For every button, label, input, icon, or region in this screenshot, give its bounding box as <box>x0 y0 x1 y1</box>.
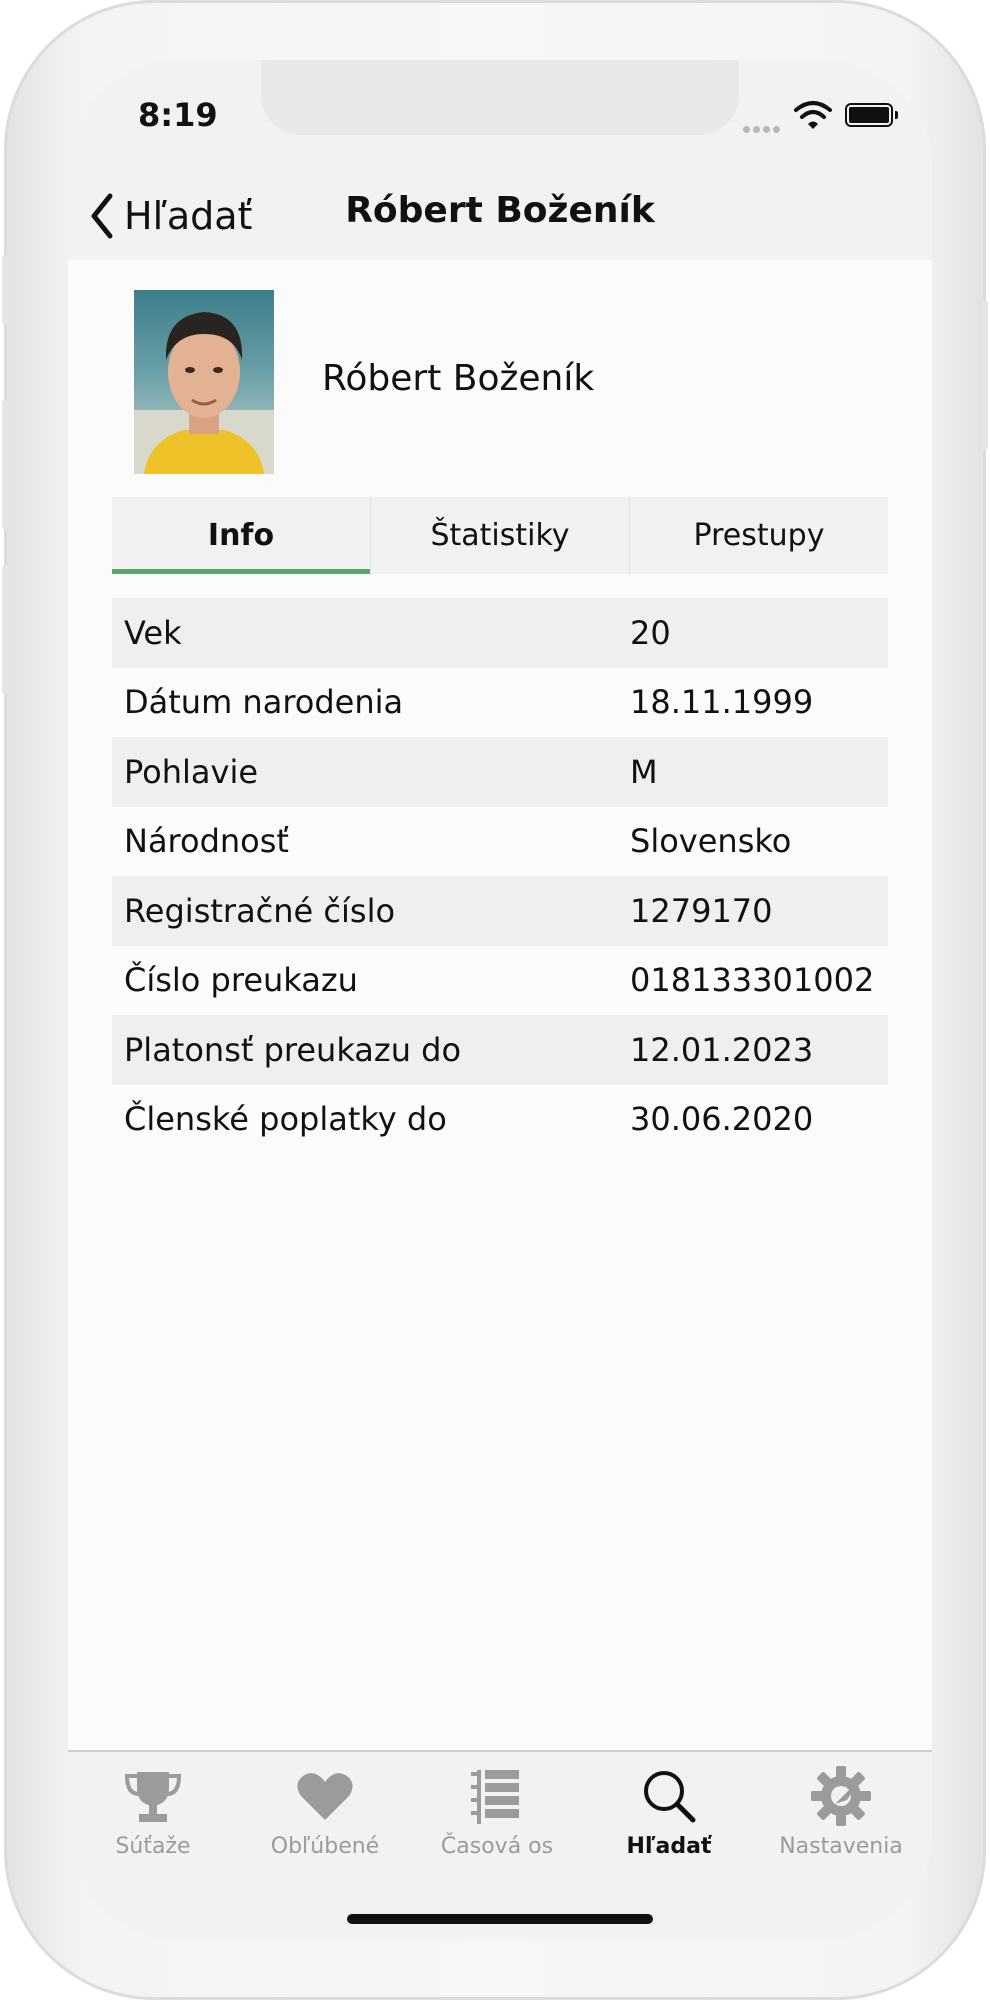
tab-transfers[interactable]: Prestupy <box>629 497 888 574</box>
tab-bar-label: Hľadať <box>626 1834 712 1859</box>
info-label: Dátum narodenia <box>124 683 404 722</box>
side-button-left-2 <box>2 400 8 530</box>
status-time: 8:19 <box>138 96 218 134</box>
timeline-icon <box>471 1770 519 1824</box>
info-value: 30.06.2020 <box>630 1100 814 1139</box>
info-label: Číslo preukazu <box>124 961 358 1000</box>
tab-bar-item-timeline[interactable]: Časová os <box>412 1764 582 1859</box>
phone-frame: 8:19 Hľadať Róbert Boženík Róbert Božení… <box>2 0 988 2000</box>
wifi-icon <box>794 101 832 129</box>
info-row-registration-number: Registračné číslo 1279170 <box>112 876 888 946</box>
info-label: Registračné číslo <box>124 891 396 930</box>
info-label: Členské poplatky do <box>124 1100 447 1139</box>
tab-bar-label: Obľúbené <box>270 1834 380 1859</box>
player-photo <box>134 290 274 474</box>
info-label: Vek <box>124 613 182 652</box>
tab-bar-label: Nastavenia <box>779 1834 903 1859</box>
side-button-left-3 <box>2 565 8 695</box>
info-label: Platonsť preukazu do <box>124 1030 462 1069</box>
info-row-gender: Pohlavie M <box>112 737 888 807</box>
tab-bar-label: Časová os <box>440 1834 554 1859</box>
info-value: 20 <box>630 613 671 652</box>
info-value: M <box>630 752 658 791</box>
info-value: 12.01.2023 <box>630 1030 814 1069</box>
gear-icon <box>811 1766 871 1826</box>
tab-info[interactable]: Info <box>112 497 370 574</box>
tab-bar-item-competitions[interactable]: Súťaže <box>68 1764 238 1859</box>
bottom-tab-bar: Súťaže Obľúbené Časová os Hľadať Nastave… <box>68 1750 932 1940</box>
search-icon <box>644 1771 696 1823</box>
info-row-card-validity: Platonsť preukazu do 12.01.2023 <box>112 1015 888 1085</box>
notch <box>261 60 739 135</box>
info-row-birth-date: Dátum narodenia 18.11.1999 <box>112 668 888 738</box>
info-table: Vek 20 Dátum narodenia 18.11.1999 Pohlav… <box>112 598 888 1154</box>
tab-bar-item-favorites[interactable]: Obľúbené <box>240 1764 410 1859</box>
info-label: Pohlavie <box>124 752 259 791</box>
tab-bar-item-settings[interactable]: Nastavenia <box>756 1764 926 1859</box>
tab-statistics[interactable]: Štatistiky <box>370 497 629 574</box>
info-value: 18.11.1999 <box>630 683 814 722</box>
info-value: 018133301002 <box>630 961 875 1000</box>
back-button[interactable]: Hľadať <box>88 188 252 244</box>
page-title: Róbert Boženík <box>345 190 655 231</box>
screen: 8:19 Hľadať Róbert Boženík Róbert Božení… <box>68 60 932 1940</box>
info-row-membership-fees: Členské poplatky do 30.06.2020 <box>112 1085 888 1155</box>
navigation-header: 8:19 Hľadať Róbert Boženík <box>68 60 932 260</box>
segmented-tabs: Info Štatistiky Prestupy <box>112 497 888 574</box>
info-value: Slovensko <box>630 822 792 861</box>
back-button-label: Hľadať <box>124 194 253 238</box>
info-row-nationality: Národnosť Slovensko <box>112 807 888 877</box>
heart-icon <box>297 1773 353 1820</box>
player-name: Róbert Boženík <box>322 358 595 399</box>
info-value: 1279170 <box>630 891 773 930</box>
info-row-card-number: Číslo preukazu 018133301002 <box>112 946 888 1016</box>
tab-bar-item-search[interactable]: Hľadať <box>584 1764 754 1859</box>
cellular-signal-icon <box>743 118 783 137</box>
trophy-icon <box>124 1772 182 1822</box>
info-label: Národnosť <box>124 822 289 861</box>
tab-bar-label: Súťaže <box>115 1834 191 1859</box>
battery-icon <box>845 103 898 127</box>
side-button-left-1 <box>2 255 8 325</box>
info-row-age: Vek 20 <box>112 598 888 668</box>
side-button-right <box>982 300 988 450</box>
home-indicator <box>347 1914 653 1924</box>
player-portrait <box>134 312 274 474</box>
chevron-left-icon <box>91 193 113 239</box>
